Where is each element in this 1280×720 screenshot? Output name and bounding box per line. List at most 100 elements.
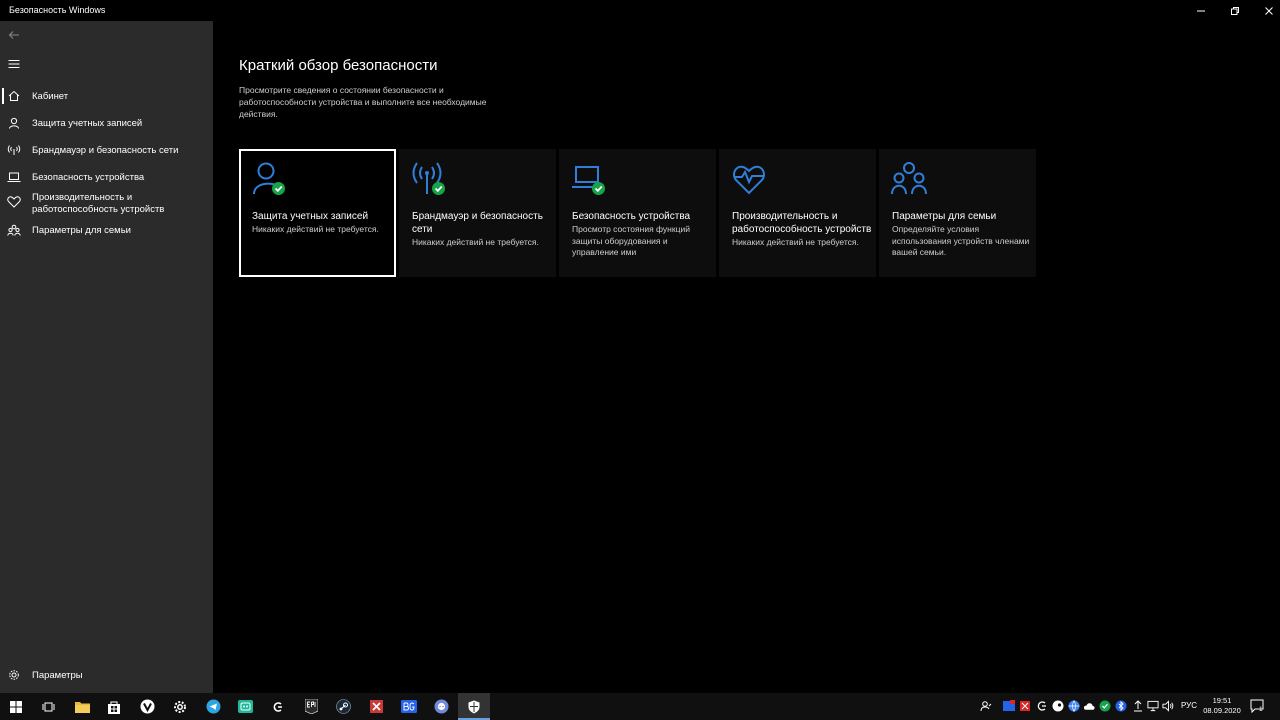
taskbar-settings[interactable] — [164, 693, 196, 720]
tile-status: Просмотр состояния функций защиты оборуд… — [572, 224, 690, 257]
taskbar-bluestacks[interactable] — [393, 693, 425, 720]
taskbar-store[interactable] — [98, 693, 130, 720]
epic-games-icon — [304, 699, 318, 714]
discord-icon — [434, 699, 448, 714]
hamburger-icon — [8, 60, 20, 68]
sidebar: Кабинет Защита учетных записей Брандмауэ… — [0, 21, 213, 693]
laptop-check-icon — [572, 166, 605, 195]
sidebar-item-family-options[interactable]: Параметры для семьи — [0, 222, 213, 240]
task-view-icon — [42, 702, 54, 711]
taskbar-epic-games[interactable] — [295, 693, 327, 720]
back-button[interactable] — [4, 26, 24, 44]
taskbar-discord[interactable] — [425, 693, 457, 720]
people-icon[interactable] — [980, 700, 992, 712]
tile-account-protection[interactable]: Защита учетных записей Никаких действий … — [239, 149, 396, 277]
sidebar-item-device-security[interactable]: Безопасность устройства — [0, 169, 213, 187]
gear-icon — [174, 700, 186, 713]
bg-tray-icon[interactable] — [1003, 700, 1015, 712]
settings-label: Параметры — [32, 670, 83, 681]
taskbar-telegram[interactable] — [197, 693, 229, 720]
taskbar-app-x[interactable] — [360, 693, 392, 720]
safely-remove-hardware-icon[interactable] — [1132, 700, 1144, 712]
vivaldi-icon — [140, 699, 154, 714]
tile-status: Никаких действий не требуется. — [732, 237, 859, 247]
bg-app-icon — [401, 700, 417, 713]
close-button[interactable] — [1252, 0, 1280, 21]
taskbar-file-explorer[interactable] — [66, 693, 98, 720]
heart-icon — [7, 195, 21, 209]
close-icon — [1265, 6, 1273, 15]
cloud-icon[interactable] — [1083, 700, 1095, 712]
tile-device-performance[interactable]: Производительность и работоспособность у… — [719, 149, 876, 277]
tile-status: Никаких действий не требуется. — [412, 237, 539, 247]
minimize-icon — [1197, 10, 1205, 11]
taskbar-game-app[interactable] — [229, 693, 261, 720]
page-description: Просмотрите сведения о состоянии безопас… — [239, 85, 487, 119]
start-button[interactable] — [0, 693, 32, 720]
person-icon — [7, 116, 21, 130]
tile-title: Брандмауэр и безопасность сети Никаких д… — [412, 210, 552, 249]
steam-icon — [335, 699, 351, 714]
clock[interactable]: 19:51 08.09.2020 — [1202, 696, 1242, 716]
input-language-indicator[interactable]: РУС — [1181, 701, 1197, 710]
tile-family-options[interactable]: Параметры для семьи Определяйте условия … — [879, 149, 1036, 277]
bluetooth-icon[interactable] — [1115, 700, 1127, 712]
tile-title-text: Брандмауэр и безопасность сети — [412, 211, 543, 235]
sidebar-item-settings[interactable]: Параметры — [0, 667, 213, 685]
taskbar-windows-security[interactable] — [458, 693, 490, 720]
green-shield-tray-icon[interactable] — [1099, 700, 1111, 712]
app-x-icon — [369, 700, 383, 713]
sidebar-item-home[interactable]: Кабинет — [0, 88, 213, 106]
galaxy-tray-icon[interactable] — [1036, 700, 1048, 712]
clock-date: 08.09.2020 — [1203, 706, 1241, 715]
restore-icon — [1231, 6, 1239, 15]
tile-title: Безопасность устройства Просмотр состоян… — [572, 210, 712, 259]
action-center-button[interactable]: 1 — [1250, 699, 1264, 714]
tile-firewall[interactable]: Брандмауэр и безопасность сети Никаких д… — [399, 149, 556, 277]
galaxy-icon — [273, 701, 282, 712]
volume-icon[interactable] — [1162, 700, 1174, 712]
store-bag-icon — [108, 701, 120, 714]
task-view-button[interactable] — [32, 693, 64, 720]
tile-device-security[interactable]: Безопасность устройства Просмотр состоян… — [559, 149, 716, 277]
folder-icon — [74, 701, 90, 713]
sidebar-item-device-performance[interactable]: Производительность и работоспособность у… — [0, 191, 213, 219]
steam-tray-icon[interactable] — [1052, 700, 1064, 712]
person-check-icon — [253, 162, 285, 195]
hamburger-menu-button[interactable] — [4, 55, 24, 73]
notification-count: 1 — [1259, 706, 1263, 713]
taskbar-steam[interactable] — [327, 693, 359, 720]
sidebar-item-label: Брандмауэр и безопасность сети — [32, 145, 179, 156]
gamepad-app-icon — [237, 700, 253, 713]
restore-button[interactable] — [1218, 0, 1252, 21]
tile-title-text: Безопасность устройства — [572, 211, 691, 222]
laptop-icon — [7, 170, 21, 184]
window-title: Безопасность Windows — [9, 5, 106, 15]
minimize-button[interactable] — [1184, 0, 1218, 21]
antenna-icon — [7, 143, 21, 157]
sidebar-item-account-protection[interactable]: Защита учетных записей — [0, 115, 213, 133]
tile-title: Защита учетных записей Никаких действий … — [252, 210, 392, 236]
page-title: Краткий обзор безопасности — [239, 57, 438, 74]
taskbar-gog-galaxy[interactable] — [262, 693, 294, 720]
gear-icon — [7, 668, 21, 682]
tile-title: Параметры для семьи Определяйте условия … — [892, 210, 1032, 259]
main-content: Краткий обзор безопасности Просмотрите с… — [213, 21, 1280, 693]
telegram-icon — [206, 699, 220, 714]
sidebar-item-label: Безопасность устройства — [32, 172, 145, 183]
title-bar: Безопасность Windows — [0, 0, 1280, 21]
taskbar-vivaldi[interactable] — [131, 693, 163, 720]
sidebar-item-firewall[interactable]: Брандмауэр и безопасность сети — [0, 142, 213, 160]
home-icon — [7, 89, 21, 103]
red-app-tray-icon[interactable] — [1019, 700, 1031, 712]
network-icon[interactable] — [1147, 700, 1159, 712]
sidebar-item-label: Параметры для семьи — [32, 225, 131, 236]
antenna-check-icon — [412, 162, 445, 195]
heart-pulse-icon — [733, 165, 765, 195]
tile-status: Никаких действий не требуется. — [252, 224, 379, 234]
tile-title-text: Производительность и работоспособность у… — [732, 211, 872, 235]
tile-status: Определяйте условия использования устрой… — [892, 224, 1030, 257]
family-icon — [7, 223, 21, 237]
globe-tray-icon[interactable] — [1068, 700, 1080, 712]
windows-security-app: Безопасность Windows Кабинет Защита учет… — [0, 0, 1280, 720]
